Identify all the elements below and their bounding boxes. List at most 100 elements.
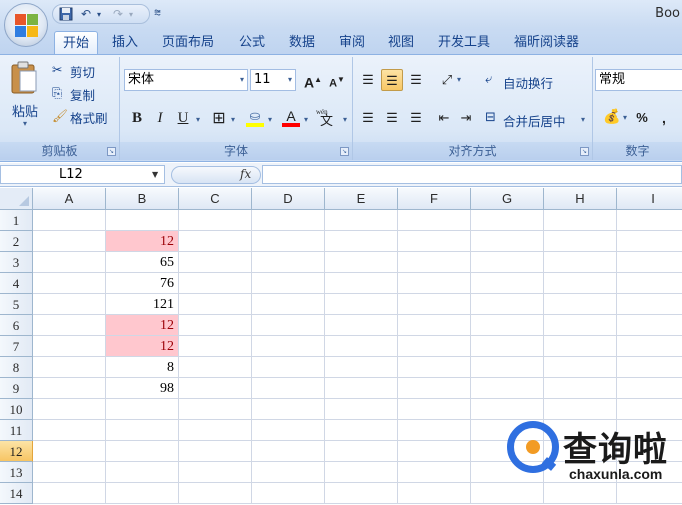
cell-g2[interactable] [471, 231, 544, 252]
cell-a1[interactable] [33, 210, 106, 231]
row-header-3[interactable]: 3 [0, 252, 33, 273]
cell-a8[interactable] [33, 357, 106, 378]
format-painter-button[interactable]: 格式刷 [70, 108, 108, 127]
comma-style-button[interactable]: , [653, 107, 675, 129]
font-name-dropdown-icon[interactable]: ▾ [240, 70, 244, 90]
cell-h4[interactable] [544, 273, 617, 294]
cell-d7[interactable] [252, 336, 325, 357]
merge-center-dropdown-icon[interactable]: ▾ [581, 115, 585, 124]
row-header-12[interactable]: 12 [0, 441, 33, 462]
paste-button[interactable]: 粘贴 ▾ [6, 61, 42, 133]
cell-h8[interactable] [544, 357, 617, 378]
tab-view[interactable]: 视图 [380, 31, 422, 54]
cell-e13[interactable] [325, 462, 398, 483]
cell-d1[interactable] [252, 210, 325, 231]
tab-home[interactable]: 开始 [54, 31, 99, 54]
cell-b6[interactable]: 12 [106, 315, 179, 336]
cell-h10[interactable] [544, 399, 617, 420]
customize-qat-icon[interactable]: ⩬ [154, 5, 161, 20]
cell-b7[interactable]: 12 [106, 336, 179, 357]
cell-i9[interactable] [617, 378, 682, 399]
cell-c9[interactable] [179, 378, 252, 399]
cell-d2[interactable] [252, 231, 325, 252]
align-middle-button[interactable]: ☰ [381, 69, 403, 91]
cell-d12[interactable] [252, 441, 325, 462]
cell-i3[interactable] [617, 252, 682, 273]
name-box-dropdown-icon[interactable]: ▼ [152, 170, 158, 179]
align-bottom-button[interactable]: ☰ [405, 69, 427, 91]
cell-d3[interactable] [252, 252, 325, 273]
insert-function-icon[interactable]: fx [240, 167, 251, 181]
cell-f13[interactable] [398, 462, 471, 483]
row-header-7[interactable]: 7 [0, 336, 33, 357]
cell-c3[interactable] [179, 252, 252, 273]
cell-g6[interactable] [471, 315, 544, 336]
name-box[interactable]: L12 [0, 165, 165, 184]
accounting-format-button[interactable]: 💰 ▾ [597, 107, 627, 129]
cell-e9[interactable] [325, 378, 398, 399]
column-header-b[interactable]: B [106, 188, 179, 210]
column-header-g[interactable]: G [471, 188, 544, 210]
cell-f3[interactable] [398, 252, 471, 273]
cell-g8[interactable] [471, 357, 544, 378]
tab-foxit-reader[interactable]: 福昕阅读器 [506, 31, 587, 54]
cell-c8[interactable] [179, 357, 252, 378]
wrap-text-button[interactable]: ⤶ 自动换行 [481, 69, 587, 93]
row-header-11[interactable]: 11 [0, 420, 33, 441]
cell-d13[interactable] [252, 462, 325, 483]
cell-e12[interactable] [325, 441, 398, 462]
cell-e14[interactable] [325, 483, 398, 504]
cell-b11[interactable] [106, 420, 179, 441]
align-left-button[interactable]: ☰ [357, 107, 379, 129]
cell-a12[interactable] [33, 441, 106, 462]
align-right-button[interactable]: ☰ [405, 107, 427, 129]
row-header-5[interactable]: 5 [0, 294, 33, 315]
column-header-a[interactable]: A [33, 188, 106, 210]
fill-color-button[interactable]: ⛀ [244, 105, 266, 127]
cell-d9[interactable] [252, 378, 325, 399]
cell-b9[interactable]: 98 [106, 378, 179, 399]
formula-input[interactable] [262, 165, 682, 184]
cell-h9[interactable] [544, 378, 617, 399]
cell-i7[interactable] [617, 336, 682, 357]
phonetic-button[interactable]: wén 文 [314, 107, 342, 129]
cut-button[interactable]: 剪切 [70, 62, 95, 81]
cell-e6[interactable] [325, 315, 398, 336]
cell-i6[interactable] [617, 315, 682, 336]
cell-i8[interactable] [617, 357, 682, 378]
cell-g3[interactable] [471, 252, 544, 273]
cell-g4[interactable] [471, 273, 544, 294]
grow-font-button[interactable]: A▲ [302, 69, 324, 91]
redo-dropdown-icon[interactable]: ▾ [129, 7, 133, 22]
paste-dropdown-icon[interactable]: ▾ [23, 119, 27, 128]
font-launcher-icon[interactable]: ↘ [340, 147, 349, 156]
percent-style-button[interactable]: % [631, 107, 653, 129]
cell-b8[interactable]: 8 [106, 357, 179, 378]
underline-button[interactable]: U [172, 107, 194, 129]
cell-a3[interactable] [33, 252, 106, 273]
cell-h7[interactable] [544, 336, 617, 357]
cell-g9[interactable] [471, 378, 544, 399]
column-header-e[interactable]: E [325, 188, 398, 210]
cell-a10[interactable] [33, 399, 106, 420]
cell-g10[interactable] [471, 399, 544, 420]
cell-a6[interactable] [33, 315, 106, 336]
cell-e11[interactable] [325, 420, 398, 441]
cell-f14[interactable] [398, 483, 471, 504]
cell-c2[interactable] [179, 231, 252, 252]
cell-c12[interactable] [179, 441, 252, 462]
cell-e3[interactable] [325, 252, 398, 273]
cell-h5[interactable] [544, 294, 617, 315]
cell-b10[interactable] [106, 399, 179, 420]
number-format-select[interactable]: 常规 [595, 69, 682, 91]
font-color-button[interactable]: A [280, 105, 302, 127]
cell-a13[interactable] [33, 462, 106, 483]
tab-developer[interactable]: 开发工具 [430, 31, 498, 54]
cell-f8[interactable] [398, 357, 471, 378]
orientation-button[interactable]: ⤢ ▾ [433, 69, 461, 91]
increase-indent-button[interactable]: ⇥ [455, 107, 477, 129]
cell-d4[interactable] [252, 273, 325, 294]
row-header-10[interactable]: 10 [0, 399, 33, 420]
cell-e2[interactable] [325, 231, 398, 252]
cell-b14[interactable] [106, 483, 179, 504]
